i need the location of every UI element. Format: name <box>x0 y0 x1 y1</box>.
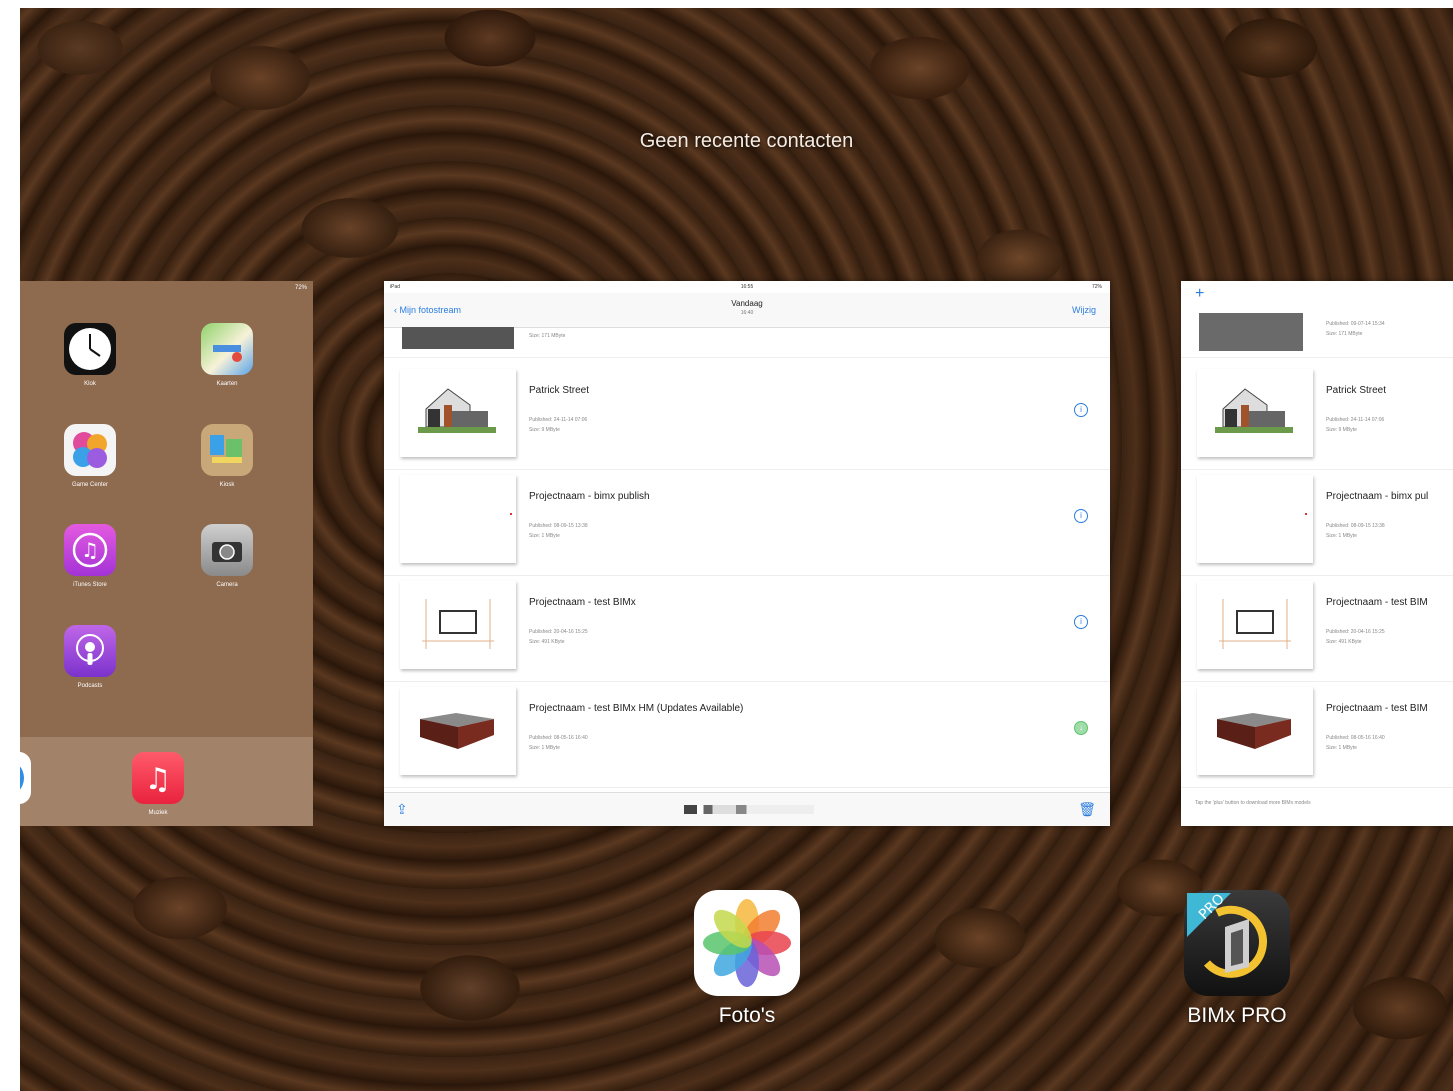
info-icon[interactable]: i <box>1074 403 1088 417</box>
itunes-store-icon: ♫ <box>64 524 116 576</box>
safari-icon <box>20 752 31 804</box>
info-icon[interactable]: i <box>1074 615 1088 629</box>
clock-icon <box>64 323 116 375</box>
game-center-icon <box>64 424 116 476</box>
thumbnail <box>1199 313 1303 351</box>
info-icon[interactable]: i <box>1074 509 1088 523</box>
app-clock[interactable]: Klok <box>45 323 135 387</box>
thumbnail-strip[interactable] <box>684 805 814 814</box>
app-kiosk[interactable]: Kiosk <box>182 424 272 488</box>
footer-hint: Tap the 'plus' button to download more B… <box>1195 800 1311 806</box>
status-bar: iPad 16:55 72% <box>390 284 1102 290</box>
thumbnail <box>1197 369 1313 457</box>
share-icon[interactable]: ⇪ <box>396 801 408 818</box>
edit-button[interactable]: Wijzig <box>1072 305 1096 315</box>
switcher-app-bimx[interactable]: PRO BIMx PRO <box>1167 890 1307 1028</box>
download-icon[interactable]: ↓ <box>1074 721 1088 735</box>
list-item[interactable]: Projectnaam - test BIMx Published: 20-04… <box>384 575 1110 682</box>
home-screen-card[interactable]: 72% Klok Kaarten Game Center Kiosk ♫ iTu… <box>20 281 313 826</box>
app-podcasts[interactable]: Podcasts <box>45 625 135 689</box>
thumbnail <box>1197 475 1313 563</box>
thumbnail <box>400 369 516 457</box>
thumbnail <box>400 687 516 775</box>
thumbnail <box>1197 687 1313 775</box>
list-item[interactable]: Patrick Street Published: 24-11-14 07:06… <box>384 363 1110 470</box>
nav-title: Vandaag 16:40 <box>731 299 763 316</box>
thumbnail <box>402 327 514 349</box>
camera-icon <box>201 524 253 576</box>
app-camera[interactable]: Camera <box>182 524 272 588</box>
app-maps[interactable]: Kaarten <box>182 323 272 387</box>
list-item-partial[interactable]: Published: 09-07-14 15:34 Size: 171 MByt… <box>1181 311 1453 358</box>
app-itunes-store[interactable]: ♫ iTunes Store <box>45 524 135 588</box>
list-item[interactable]: Patrick Street Published: 24-11-14 07:06… <box>1181 363 1453 470</box>
add-button[interactable]: + <box>1195 285 1204 303</box>
svg-text:♫: ♫ <box>81 538 99 562</box>
photos-label: Foto's <box>718 1004 776 1027</box>
thumbnail <box>1197 581 1313 669</box>
no-recent-contacts-label: Geen recente contacten <box>639 130 854 152</box>
photos-app-card[interactable]: iPad 16:55 72% ‹ Mijn fotostream Vandaag… <box>384 281 1110 826</box>
svg-text:♫: ♫ <box>145 762 172 796</box>
dock: ari ♫ Muziek <box>20 737 313 826</box>
thumbnail <box>400 581 516 669</box>
photos-icon <box>694 890 800 996</box>
navigation-bar: ‹ Mijn fotostream Vandaag 16:40 Wijzig <box>384 293 1110 328</box>
list-item[interactable]: Projectnaam - test BIM Published: 08-05-… <box>1181 681 1453 788</box>
podcasts-icon <box>64 625 116 677</box>
bimx-app-card[interactable]: + Published: 09-07-14 15:34 Size: 171 MB… <box>1181 281 1453 826</box>
maps-icon <box>201 323 253 375</box>
music-icon: ♫ <box>132 752 184 804</box>
switcher-app-photos[interactable]: Foto's <box>677 890 817 1028</box>
thumbnail <box>400 475 516 563</box>
bimx-label: BIMx PRO <box>1187 1004 1287 1027</box>
list-item[interactable]: Projectnaam - test BIM Published: 20-04-… <box>1181 575 1453 682</box>
bottom-toolbar: ⇪ 🗑 <box>384 792 1110 826</box>
dock-app-music[interactable]: ♫ Muziek <box>113 752 203 816</box>
list-item[interactable]: Projectnaam - bimx pul Published: 08-09-… <box>1181 469 1453 576</box>
list-item[interactable]: Projectnaam - test BIMx HM (Updates Avai… <box>384 681 1110 788</box>
dock-app-safari[interactable]: ari <box>20 752 50 816</box>
list-item-partial[interactable]: Size: 171 MByte <box>384 327 1110 358</box>
app-game-center[interactable]: Game Center <box>45 424 135 488</box>
bimx-pro-icon: PRO <box>1184 890 1290 996</box>
status-battery: 72% <box>294 285 307 291</box>
list-item[interactable]: Projectnaam - bimx publish Published: 08… <box>384 469 1110 576</box>
trash-icon[interactable]: 🗑 <box>1078 801 1096 818</box>
newsstand-icon <box>201 424 253 476</box>
